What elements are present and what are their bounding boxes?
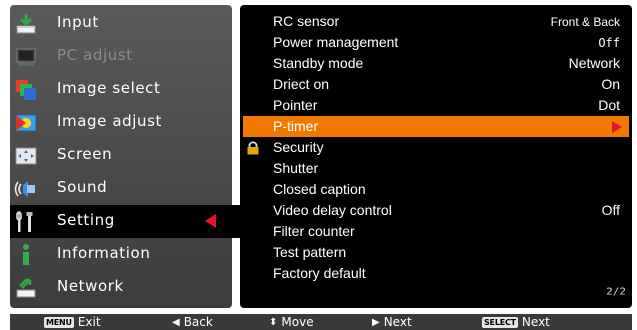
submenu-arrow-icon	[612, 121, 622, 133]
menu-item-image-adjust[interactable]: Image adjust	[10, 106, 232, 139]
select-key-badge: SELECT	[482, 316, 518, 328]
list-item-security[interactable]: Security	[240, 137, 632, 158]
row-value: Off	[601, 202, 620, 218]
list-item-video-delay-control[interactable]: Video delay control Off	[240, 200, 632, 221]
row-label: Pointer	[273, 97, 318, 113]
menu-item-image-select[interactable]: Image select	[10, 73, 232, 106]
main-menu: Input PC adjust Image select Image adjus…	[10, 5, 242, 308]
menu-item-pc-adjust[interactable]: PC adjust	[10, 40, 232, 73]
setting-icon	[13, 209, 39, 234]
row-value: Dot	[598, 97, 620, 113]
move-label: Move	[281, 315, 314, 329]
list-item-closed-caption[interactable]: Closed caption	[240, 179, 632, 200]
lock-icon	[246, 140, 260, 155]
select-next-label: Next	[521, 315, 550, 329]
back-hint[interactable]: ◀ Back	[172, 315, 213, 329]
network-icon	[13, 275, 39, 300]
left-arrow-icon: ◀	[172, 316, 180, 328]
menu-item-network[interactable]: Network	[10, 271, 232, 304]
menu-item-input[interactable]: Input	[10, 7, 232, 40]
row-label: Filter counter	[273, 223, 355, 239]
menu-key-badge: MENU	[44, 316, 74, 328]
page-indicator: 2/2	[606, 285, 626, 298]
list-item-shutter[interactable]: Shutter	[240, 158, 632, 179]
menu-item-sound[interactable]: Sound	[10, 172, 232, 205]
row-value: On	[601, 76, 620, 92]
row-label: Power management	[273, 34, 399, 50]
input-icon	[13, 11, 39, 36]
row-label: Factory default	[273, 265, 366, 281]
menu-item-setting[interactable]: Setting	[10, 205, 242, 238]
select-next-hint[interactable]: SELECT Next	[482, 315, 550, 329]
menu-item-screen[interactable]: Screen	[10, 139, 232, 172]
sound-icon	[13, 176, 39, 201]
list-item-direct-on[interactable]: Driect on On	[240, 74, 632, 95]
menu-label: Image select	[57, 79, 161, 97]
menu-label: Sound	[57, 178, 108, 196]
list-item-rc-sensor[interactable]: RC sensor Front & Back	[240, 11, 632, 32]
right-arrow-icon: ▶	[372, 316, 380, 328]
list-item-factory-default[interactable]: Factory default	[240, 263, 632, 284]
next-label: Next	[383, 315, 412, 329]
row-label: Security	[273, 139, 324, 155]
up-down-arrow-icon: ⬍	[269, 316, 278, 328]
pc-adjust-icon	[13, 44, 39, 69]
list-item-filter-counter[interactable]: Filter counter	[240, 221, 632, 242]
list-item-test-pattern[interactable]: Test pattern	[240, 242, 632, 263]
footer-hint-bar: MENU Exit ◀ Back ⬍ Move ▶ Next SELECT Ne…	[10, 314, 632, 330]
menu-label: Screen	[57, 145, 113, 163]
row-value: Front & Back	[550, 15, 620, 29]
row-label: Shutter	[273, 160, 319, 176]
image-adjust-icon	[13, 110, 39, 135]
list-item-power-management[interactable]: Power management Off	[240, 32, 632, 53]
list-item-pointer[interactable]: Pointer Dot	[240, 95, 632, 116]
next-hint[interactable]: ▶ Next	[372, 315, 412, 329]
row-label: P-timer	[273, 118, 319, 134]
information-icon	[13, 242, 39, 267]
list-item-standby-mode[interactable]: Standby mode Network	[240, 53, 632, 74]
row-label: Video delay control	[273, 202, 392, 218]
row-label: Test pattern	[273, 244, 347, 260]
move-hint: ⬍ Move	[269, 315, 314, 329]
exit-hint[interactable]: MENU Exit	[44, 315, 101, 329]
row-label: RC sensor	[273, 13, 340, 29]
menu-label: Input	[57, 13, 99, 31]
setting-submenu: RC sensor Front & Back Power management …	[240, 5, 632, 308]
projector-osd: Input PC adjust Image select Image adjus…	[0, 0, 637, 330]
exit-label: Exit	[77, 315, 101, 329]
menu-label: Information	[57, 244, 151, 262]
menu-label: PC adjust	[57, 46, 133, 64]
back-label: Back	[183, 315, 213, 329]
row-value: Off	[598, 36, 620, 50]
row-label: Closed caption	[273, 181, 366, 197]
row-label: Standby mode	[273, 55, 364, 71]
row-label: Driect on	[273, 76, 330, 92]
row-value: Network	[568, 55, 620, 71]
image-select-icon	[13, 77, 39, 102]
menu-label: Setting	[57, 211, 115, 229]
menu-item-information[interactable]: Information	[10, 238, 232, 271]
list-item-p-timer[interactable]: P-timer	[243, 116, 629, 137]
menu-label: Network	[57, 277, 124, 295]
selection-arrow-icon	[205, 214, 216, 228]
menu-label: Image adjust	[57, 112, 163, 130]
screen-icon	[13, 143, 39, 168]
